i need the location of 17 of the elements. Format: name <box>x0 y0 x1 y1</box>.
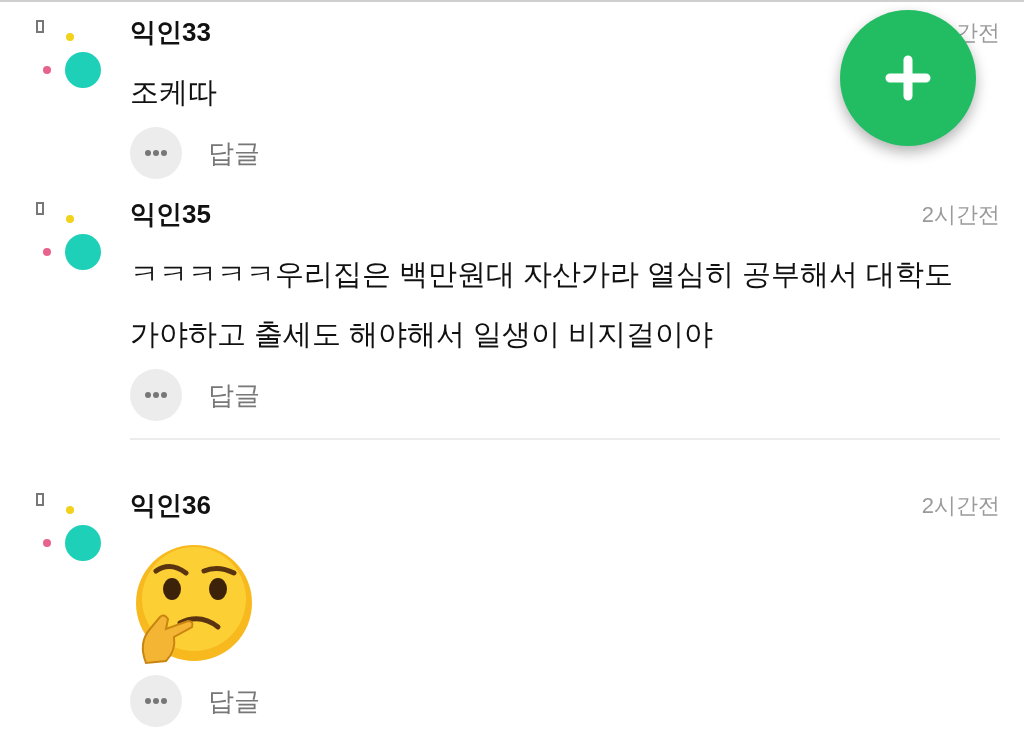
time-text: 2시간전 <box>921 200 1000 229</box>
reply-button[interactable]: 답글 <box>208 681 260 721</box>
author-name: 익인35 <box>130 197 211 231</box>
author-name: 익인33 <box>130 15 211 49</box>
more-icon <box>145 698 167 704</box>
reply-button[interactable]: 답글 <box>208 133 260 173</box>
comment-text: ㅋㅋㅋㅋㅋ우리집은 백만원대 자산가라 열심히 공부해서 대학도 가야하고 출세도 해야해서 일생이 비지걸이야 <box>130 257 955 352</box>
more-button[interactable] <box>130 127 182 179</box>
more-icon <box>145 392 167 398</box>
more-button[interactable] <box>130 675 182 727</box>
comment-text: 조케따 <box>130 75 217 110</box>
more-icon <box>145 150 167 156</box>
more-button[interactable] <box>130 369 182 421</box>
time-text: 2시간전 <box>921 491 1000 520</box>
author-name: 익인36 <box>130 488 211 522</box>
plus-icon <box>885 55 931 101</box>
reply-button[interactable]: 답글 <box>208 375 260 415</box>
